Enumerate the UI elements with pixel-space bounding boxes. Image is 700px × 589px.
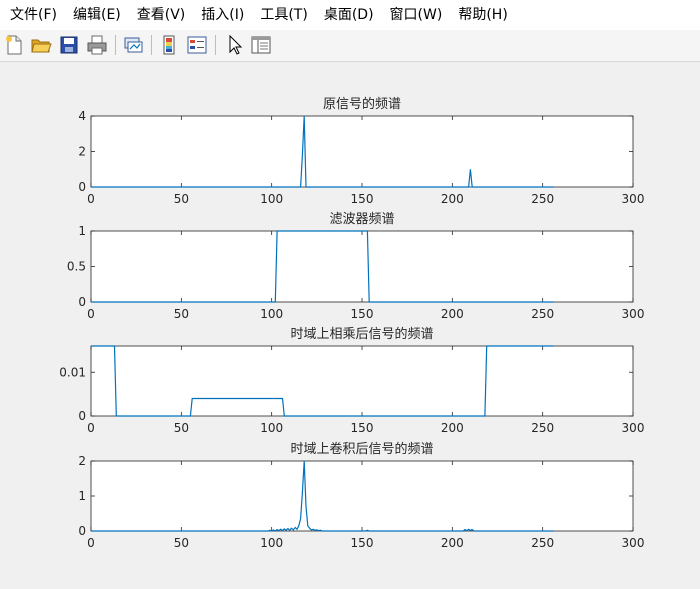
x-tick-label: 250	[531, 192, 554, 206]
x-tick-label: 150	[351, 421, 374, 435]
menu-desktop[interactable]: 桌面(D)	[316, 0, 382, 30]
y-tick-label: 0.5	[67, 260, 86, 274]
figure-canvas: 原信号的频谱 0 50 100 150 200 250 300024 滤波器频谱 0 50 10…	[59, 96, 645, 550]
subplot-2-title: 滤波器频谱	[329, 212, 394, 227]
save-icon[interactable]	[58, 34, 80, 56]
colorbar-icon[interactable]	[158, 34, 180, 56]
x-tick-label: 0	[87, 536, 95, 550]
y-tick-label: 2	[78, 145, 86, 159]
x-tick-label: 200	[441, 536, 464, 550]
subplot-1-axes[interactable]	[90, 115, 634, 188]
menu-insert[interactable]: 插入(I)	[193, 0, 252, 30]
x-tick-label: 0	[87, 307, 95, 321]
x-tick-label: 200	[441, 192, 464, 206]
x-tick-label: 250	[531, 307, 554, 321]
menu-tools[interactable]: 工具(T)	[252, 0, 315, 30]
x-tick-label: 50	[174, 307, 189, 321]
new-file-icon[interactable]	[3, 34, 25, 56]
y-tick-label: 1	[78, 224, 86, 238]
pointer-icon[interactable]	[224, 34, 246, 56]
x-tick-label: 300	[622, 421, 645, 435]
x-tick-label: 200	[441, 421, 464, 435]
subplot-2: 滤波器频谱 0 50 100 150 200 250 300 0 0.5 1	[67, 212, 645, 321]
menu-file[interactable]: 文件(F)	[2, 0, 65, 30]
print-icon[interactable]	[86, 34, 108, 56]
legend-icon[interactable]	[186, 34, 208, 56]
link-plot-icon[interactable]	[122, 34, 144, 56]
x-tick-label: 50	[174, 192, 189, 206]
menu-help[interactable]: 帮助(H)	[450, 0, 515, 30]
x-tick-label: 300	[622, 192, 645, 206]
x-tick-label: 150	[351, 307, 374, 321]
y-tick-label: 0	[78, 524, 86, 538]
toolbar	[0, 30, 700, 62]
x-tick-label: 50	[174, 421, 189, 435]
subplot-3-title: 时域上相乘后信号的频谱	[290, 326, 433, 342]
x-tick-label: 100	[260, 307, 283, 321]
open-folder-icon[interactable]	[30, 34, 52, 56]
x-tick-label: 100	[260, 192, 283, 206]
x-tick-label: 50	[174, 536, 189, 550]
subplot-2-axes[interactable]	[90, 230, 634, 303]
subplot-3-axes[interactable]	[90, 345, 634, 417]
menu-bar: 文件(F) 编辑(E) 查看(V) 插入(I) 工具(T) 桌面(D) 窗口(W…	[0, 0, 700, 30]
menu-view[interactable]: 查看(V)	[129, 0, 194, 30]
subplot-1: 原信号的频谱 0 50 100 150 200 250 300 0 2 4	[78, 96, 644, 206]
y-tick-label: 0	[78, 295, 86, 309]
property-inspector-icon[interactable]	[250, 34, 272, 56]
subplot-1-title: 原信号的频谱	[323, 96, 401, 112]
x-tick-label: 300	[622, 307, 645, 321]
subplot-4: 时域上卷积后信号的频谱 0 50 100 150 200 250 300 0 1 2	[78, 441, 644, 550]
subplot-4-axes[interactable]	[90, 460, 634, 532]
x-tick-label: 0	[87, 192, 95, 206]
y-tick-label: 4	[78, 109, 86, 123]
menu-edit[interactable]: 编辑(E)	[65, 0, 129, 30]
y-tick-label: 0.01	[59, 365, 86, 379]
y-tick-label: 1	[78, 489, 86, 503]
y-tick-label: 0	[78, 180, 86, 194]
x-tick-label: 0	[87, 421, 95, 435]
y-tick-label: 2	[78, 454, 86, 468]
y-tick-label: 0	[78, 409, 86, 423]
x-tick-label: 250	[531, 421, 554, 435]
subplot-4-title: 时域上卷积后信号的频谱	[290, 441, 433, 457]
x-tick-label: 200	[441, 307, 464, 321]
subplot-3: 时域上相乘后信号的频谱 0 50 100 150 200 250 300 0 0.01	[59, 326, 644, 435]
x-tick-label: 100	[260, 421, 283, 435]
x-tick-label: 300	[622, 536, 645, 550]
menu-window[interactable]: 窗口(W)	[382, 0, 451, 30]
x-tick-label: 250	[531, 536, 554, 550]
x-tick-label: 150	[351, 536, 374, 550]
x-tick-label: 150	[351, 192, 374, 206]
x-tick-label: 100	[260, 536, 283, 550]
